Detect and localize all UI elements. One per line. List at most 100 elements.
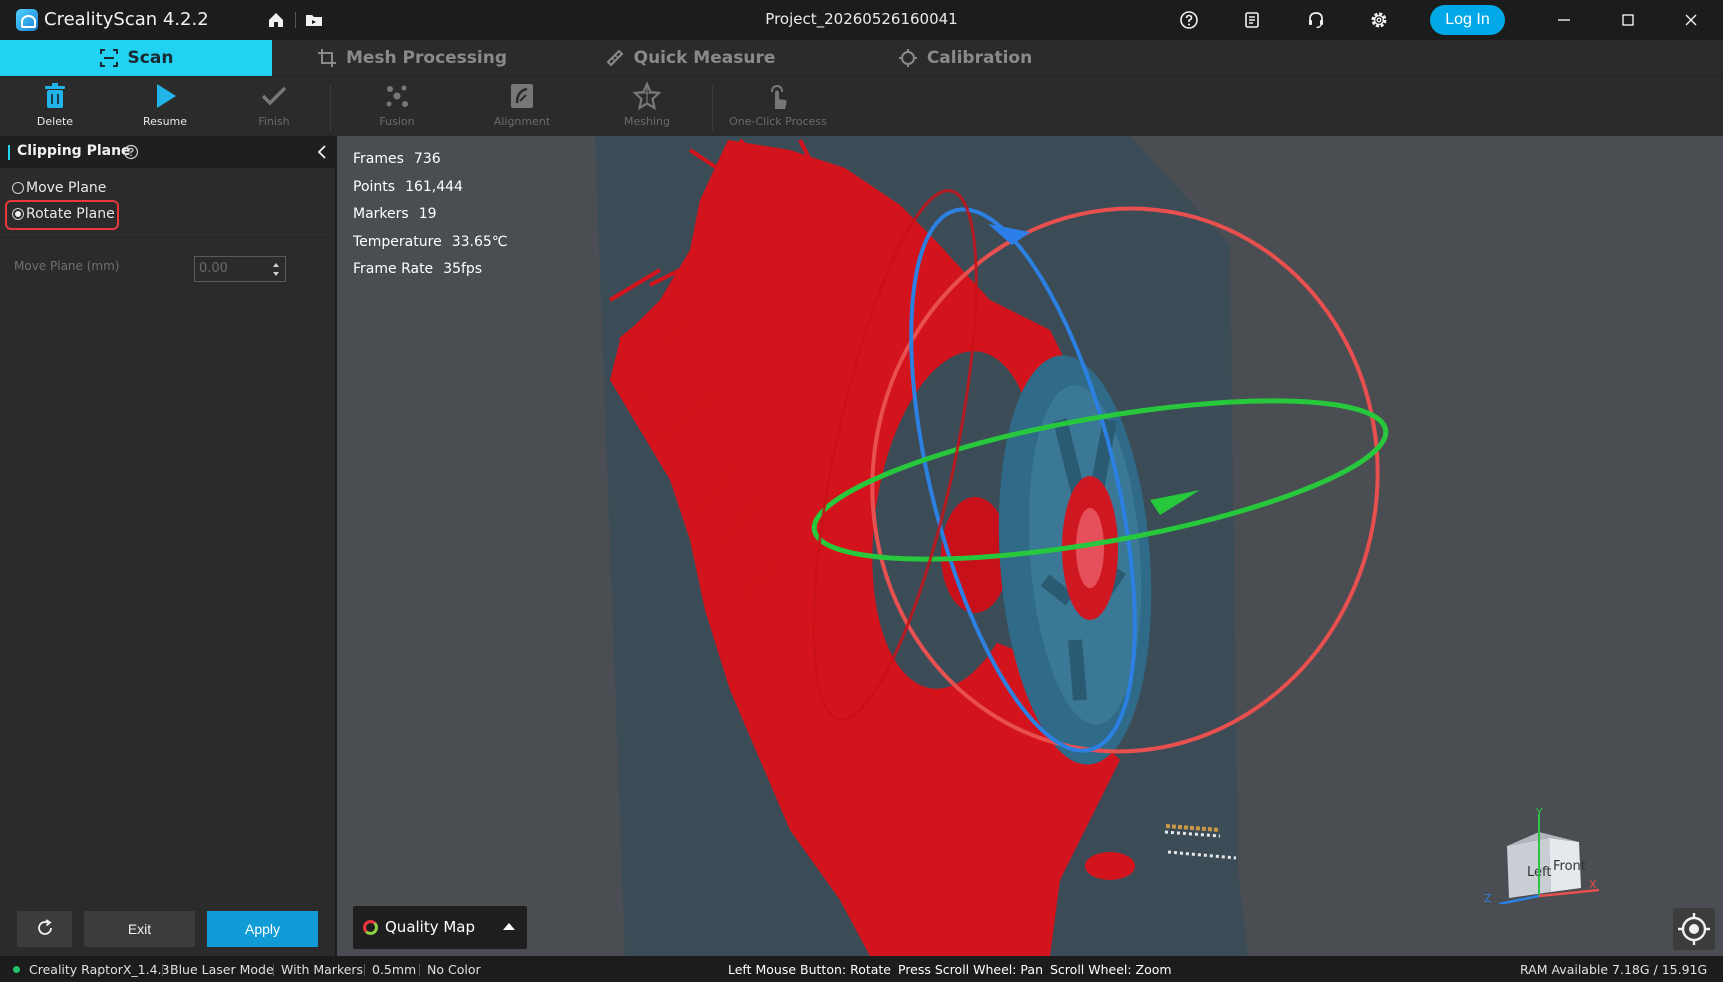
app-window: CrealityScan 4.2.2 Project_2026052616004…	[0, 0, 1723, 982]
tab-quick-measure[interactable]: Quick Measure	[600, 40, 780, 76]
resume-label: Resume	[142, 115, 188, 128]
status-divider	[273, 964, 274, 976]
status-divider	[364, 964, 365, 976]
one-click-process-label: One-Click Process	[729, 115, 827, 128]
quality-map-icon	[363, 920, 378, 935]
move-plane-radio-circle[interactable]	[12, 182, 24, 194]
title-bar: CrealityScan 4.2.2 Project_2026052616004…	[0, 0, 1723, 40]
move-plane-input[interactable]: 0.00	[194, 256, 286, 282]
axis-y-label: Y	[1535, 808, 1543, 819]
spin-up-icon[interactable]	[271, 261, 281, 269]
color-mode: No Color	[427, 962, 481, 977]
resolution: 0.5mm	[372, 962, 417, 977]
crop-icon	[317, 49, 336, 67]
help-circle-icon[interactable]	[1179, 10, 1199, 30]
app-logo-icon	[16, 9, 38, 31]
alignment-button[interactable]: Alignment	[477, 81, 567, 135]
play-icon	[157, 84, 176, 108]
resume-button[interactable]: Resume	[120, 81, 210, 135]
meshing-button[interactable]: Meshing	[602, 81, 692, 135]
tab-scan-label: Scan	[127, 48, 174, 68]
connection-status-dot	[13, 966, 20, 973]
folder-icon[interactable]	[304, 10, 324, 30]
axis-x-label: X	[1589, 878, 1597, 891]
one-click-process-button[interactable]: One-Click Process	[729, 81, 827, 135]
fusion-button[interactable]: Fusion	[352, 81, 442, 135]
recenter-view-button[interactable]	[1673, 908, 1715, 950]
reset-button[interactable]	[17, 911, 72, 947]
finish-label: Finish	[258, 115, 290, 128]
hint-rotate: Left Mouse Button: Rotate	[728, 962, 892, 977]
clipping-plane-panel: Clipping Plane Move Plane Rotate Plane M…	[0, 136, 336, 956]
fusion-label: Fusion	[379, 115, 415, 128]
quality-map-dropdown[interactable]: Quality Map	[353, 906, 527, 949]
touch-hand-icon	[771, 84, 787, 109]
rotate-plane-radio[interactable]: Rotate Plane	[12, 206, 115, 222]
panel-header: Clipping Plane	[0, 136, 336, 168]
alignment-label: Alignment	[493, 115, 551, 128]
maximize-icon[interactable]	[1616, 8, 1640, 32]
stat-temperature: Temperature 33.65℃	[353, 233, 508, 250]
panel-title: Clipping Plane	[17, 143, 131, 159]
rotate-plane-option-label: Rotate Plane	[26, 206, 115, 222]
delete-label: Delete	[36, 115, 74, 128]
spin-down-icon[interactable]	[271, 270, 281, 278]
stat-frame-rate: Frame Rate 35fps	[353, 261, 483, 277]
target-icon	[1678, 913, 1710, 945]
stat-frames: Frames 736	[353, 151, 441, 167]
scan-toolbar: Delete Resume Finish Fusion Alignment Me…	[0, 76, 1723, 136]
checkmark-icon	[261, 86, 287, 106]
tab-calibration-label: Calibration	[926, 48, 1033, 68]
collapse-chevron-icon[interactable]	[314, 144, 330, 160]
hint-zoom: Scroll Wheel: Zoom	[1050, 962, 1172, 977]
support-headset-icon[interactable]	[1306, 10, 1326, 30]
trash-icon	[45, 83, 65, 108]
alignment-icon	[511, 84, 533, 108]
caret-up-icon[interactable]	[503, 923, 515, 930]
scan-fragment	[1085, 852, 1135, 880]
main-tab-bar: Scan Mesh Processing Quick Measure Calib…	[0, 40, 1723, 76]
toolbar-divider	[712, 85, 713, 131]
hint-pan: Press Scroll Wheel: Pan	[898, 962, 1043, 977]
move-plane-radio[interactable]: Move Plane	[12, 180, 106, 196]
minimize-icon[interactable]	[1552, 8, 1576, 32]
home-icon[interactable]	[266, 10, 286, 30]
tab-mesh-processing[interactable]: Mesh Processing	[312, 40, 512, 76]
move-plane-option-label: Move Plane	[26, 180, 107, 196]
move-plane-value: 0.00	[199, 261, 228, 276]
meshing-star-icon	[632, 81, 662, 111]
move-plane-mm-label: Move Plane (mm)	[14, 259, 120, 273]
login-button[interactable]: Log In	[1430, 5, 1505, 35]
finish-button[interactable]: Finish	[229, 81, 319, 135]
view-orientation-cube[interactable]: Left Front Y X Z	[1479, 808, 1599, 904]
settings-gear-icon[interactable]	[1369, 10, 1389, 30]
fusion-points-icon	[386, 85, 408, 107]
3d-viewport[interactable]: Frames 736 Points 161,444 Markers 19 Temper…	[337, 136, 1723, 956]
device-name: Creality RaptorX_1.4.3	[29, 962, 170, 977]
exit-button[interactable]: Exit	[84, 911, 195, 947]
tab-quick-measure-label: Quick Measure	[633, 48, 776, 68]
rotate-plane-radio-circle[interactable]	[12, 208, 24, 220]
tab-calibration[interactable]: Calibration	[890, 40, 1040, 76]
crosshair-icon	[898, 49, 917, 67]
title-divider	[295, 12, 296, 28]
ram-available: RAM Available 7.18G / 15.91G	[1520, 962, 1708, 977]
stat-markers: Markers 19	[353, 206, 437, 222]
ruler-icon	[606, 49, 624, 67]
stat-points: Points 161,444	[353, 178, 463, 195]
refresh-icon	[37, 918, 52, 935]
meshing-label: Meshing	[624, 115, 670, 128]
panel-accent-bar	[8, 145, 10, 160]
close-icon[interactable]	[1679, 8, 1703, 32]
delete-button[interactable]: Delete	[10, 81, 100, 135]
app-title: CrealityScan 4.2.2	[44, 9, 209, 30]
help-icon[interactable]	[123, 144, 139, 160]
document-icon[interactable]	[1242, 10, 1262, 30]
apply-button[interactable]: Apply	[207, 911, 318, 947]
status-bar: Creality RaptorX_1.4.3 Blue Laser Mode W…	[0, 956, 1723, 982]
panel-divider	[0, 237, 336, 238]
marker-mode: With Markers	[281, 962, 364, 977]
tab-scan[interactable]: Scan	[0, 40, 272, 76]
status-divider	[419, 964, 420, 976]
cube-front-face[interactable]: Front	[1553, 859, 1586, 874]
